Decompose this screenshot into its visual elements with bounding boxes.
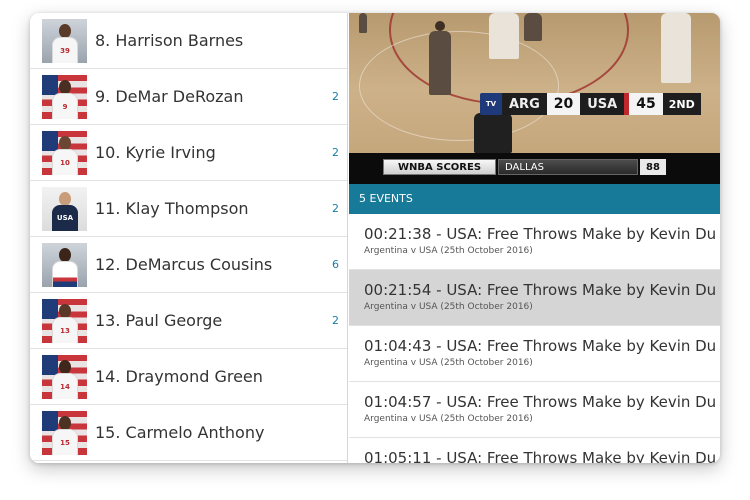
player-name: 12. DeMarcus Cousins <box>95 255 273 274</box>
player-avatar: 9 <box>42 75 87 119</box>
ticker-score: 88 <box>640 159 666 175</box>
event-count-badge: 2 <box>332 202 339 215</box>
event-item[interactable]: 00:21:38 - USA: Free Throws Make by Kevi… <box>349 214 720 270</box>
event-item-selected[interactable]: 00:21:54 - USA: Free Throws Make by Kevi… <box>349 270 720 326</box>
event-count-badge: 2 <box>332 146 339 159</box>
game-period: 2ND <box>662 93 701 115</box>
player-name: 15. Carmelo Anthony <box>95 423 265 442</box>
event-title: 00:21:54 - USA: Free Throws Make by Kevi… <box>364 281 717 299</box>
event-subtitle: Argentina v USA (25th October 2016) <box>364 358 533 368</box>
event-title: 01:05:11 - USA: Free Throws Make by Kevi… <box>364 449 717 463</box>
app-window: 39 8. Harrison Barnes 9 9. DeMar DeRozan… <box>30 13 720 463</box>
score-ticker: WNBA SCORES DALLAS 88 <box>349 153 720 184</box>
player-name: 9. DeMar DeRozan <box>95 87 244 106</box>
team1-score: 20 <box>546 93 581 115</box>
event-item[interactable]: 01:04:43 - USA: Free Throws Make by Kevi… <box>349 326 720 382</box>
player-avatar: USA <box>42 187 87 231</box>
player-row[interactable]: 13 13. Paul George 2 <box>30 293 347 349</box>
event-count-badge: 2 <box>332 314 339 327</box>
player-avatar: 15 <box>42 411 87 455</box>
player-avatar: 14 <box>42 355 87 399</box>
event-subtitle: Argentina v USA (25th October 2016) <box>364 414 533 424</box>
player-row[interactable]: 9 9. DeMar DeRozan 2 <box>30 69 347 125</box>
event-subtitle: Argentina v USA (25th October 2016) <box>364 246 533 256</box>
event-list[interactable]: 00:21:38 - USA: Free Throws Make by Kevi… <box>349 214 720 463</box>
team1-name: ARG <box>502 93 547 115</box>
player-row[interactable]: USA 11. Klay Thompson 2 <box>30 181 347 237</box>
ticker-city: DALLAS <box>498 159 639 175</box>
events-count-header: 5 EVENTS <box>349 184 720 214</box>
event-count-badge: 2 <box>332 90 339 103</box>
event-item[interactable]: 01:04:57 - USA: Free Throws Make by Kevi… <box>349 382 720 438</box>
player-name: 14. Draymond Green <box>95 367 263 386</box>
broadcaster-logo: TV <box>480 93 502 115</box>
video-player[interactable]: TV ARG 20 USA 45 2ND WNBA SCORES DALLAS … <box>349 13 720 184</box>
player-row[interactable]: 12. DeMarcus Cousins 6 <box>30 237 347 293</box>
event-subtitle: Argentina v USA (25th October 2016) <box>364 302 533 312</box>
player-list[interactable]: 39 8. Harrison Barnes 9 9. DeMar DeRozan… <box>30 13 348 463</box>
player-row[interactable]: 15 15. Carmelo Anthony <box>30 405 347 461</box>
ticker-label: WNBA SCORES <box>383 159 497 175</box>
event-item[interactable]: 01:05:11 - USA: Free Throws Make by Kevi… <box>349 438 720 463</box>
player-row[interactable]: 14 14. Draymond Green <box>30 349 347 405</box>
event-title: 01:04:43 - USA: Free Throws Make by Kevi… <box>364 337 717 355</box>
event-title: 01:04:57 - USA: Free Throws Make by Kevi… <box>364 393 717 411</box>
player-name: 13. Paul George <box>95 311 223 330</box>
player-name: 11. Klay Thompson <box>95 199 249 218</box>
player-avatar: 39 <box>42 19 87 63</box>
scoreboard-overlay: TV ARG 20 USA 45 2ND <box>480 93 701 115</box>
player-name: 8. Harrison Barnes <box>95 31 244 50</box>
event-title: 00:21:38 - USA: Free Throws Make by Kevi… <box>364 225 717 243</box>
player-row[interactable]: 10 10. Kyrie Irving 2 <box>30 125 347 181</box>
detail-pane: TV ARG 20 USA 45 2ND WNBA SCORES DALLAS … <box>349 13 720 463</box>
player-avatar: 10 <box>42 131 87 175</box>
player-avatar <box>42 243 87 287</box>
player-row[interactable]: 39 8. Harrison Barnes <box>30 13 347 69</box>
team2-name: USA <box>580 93 625 115</box>
event-count-badge: 6 <box>332 258 339 271</box>
team2-score: 45 <box>629 93 663 115</box>
player-avatar: 13 <box>42 299 87 343</box>
court-frame <box>349 13 720 153</box>
player-name: 10. Kyrie Irving <box>95 143 216 162</box>
